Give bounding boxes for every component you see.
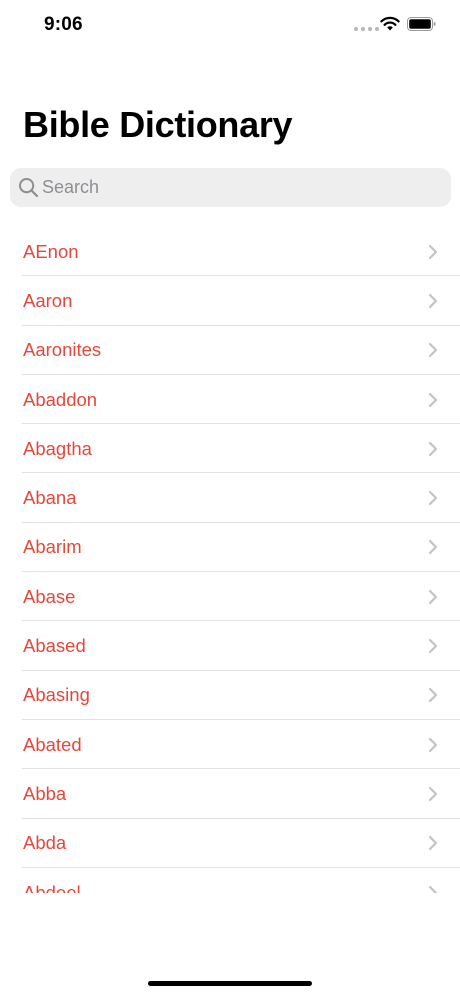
list-item-label: Aaron bbox=[23, 289, 73, 311]
signal-dots-icon bbox=[354, 27, 379, 31]
list-item[interactable]: Abarim bbox=[0, 523, 460, 573]
list-item[interactable]: Abda bbox=[0, 819, 460, 869]
chevron-right-icon bbox=[428, 540, 438, 555]
list-item[interactable]: Abdeel bbox=[0, 868, 460, 893]
search-icon bbox=[19, 178, 39, 198]
list-item-label: Abaddon bbox=[23, 388, 98, 410]
list-item[interactable]: Aaronites bbox=[0, 326, 460, 376]
search-bar[interactable] bbox=[10, 168, 451, 207]
chevron-right-icon bbox=[428, 343, 438, 358]
list-item-label: Abase bbox=[23, 585, 76, 607]
list-item[interactable]: AEnon bbox=[0, 227, 460, 277]
list-item[interactable]: Abated bbox=[0, 720, 460, 770]
status-bar: 9:06 bbox=[0, 0, 460, 52]
list-item[interactable]: Abaddon bbox=[0, 375, 460, 425]
list-item-label: Abated bbox=[23, 733, 82, 755]
list-item-label: Abasing bbox=[23, 684, 90, 706]
list-item-label: Abdeel bbox=[23, 881, 81, 894]
list-item-label: Aaronites bbox=[23, 339, 102, 361]
list-item-label: AEnon bbox=[23, 240, 79, 262]
chevron-right-icon bbox=[428, 885, 438, 893]
chevron-right-icon bbox=[428, 491, 438, 506]
chevron-right-icon bbox=[428, 244, 438, 259]
chevron-right-icon bbox=[428, 737, 438, 752]
list-item-label: Abagtha bbox=[23, 437, 92, 459]
list-item[interactable]: Abba bbox=[0, 769, 460, 819]
list-item[interactable]: Abana bbox=[0, 473, 460, 524]
page-title: Bible Dictionary bbox=[23, 104, 293, 145]
status-time: 9:06 bbox=[44, 14, 83, 35]
list-item[interactable]: Aaron bbox=[0, 276, 460, 326]
dictionary-list: AEnon Aaron Aaronites Abaddon Abagtha Ab… bbox=[0, 227, 460, 893]
wifi-icon bbox=[380, 16, 400, 31]
battery-icon bbox=[407, 17, 436, 31]
list-item[interactable]: Abase bbox=[0, 572, 460, 622]
list-item-label: Abased bbox=[23, 635, 86, 657]
chevron-right-icon bbox=[428, 589, 438, 604]
list-item[interactable]: Abased bbox=[0, 621, 460, 671]
list-item-label: Abana bbox=[23, 487, 77, 509]
chevron-right-icon bbox=[428, 293, 438, 309]
chevron-right-icon bbox=[428, 638, 438, 654]
list-item-label: Abda bbox=[23, 832, 67, 854]
chevron-right-icon bbox=[428, 836, 438, 851]
chevron-right-icon bbox=[428, 441, 438, 456]
chevron-right-icon bbox=[428, 688, 438, 703]
list-item-label: Abarim bbox=[23, 536, 82, 558]
list-item[interactable]: Abasing bbox=[0, 671, 460, 721]
home-indicator[interactable] bbox=[148, 981, 312, 986]
list-item-label: Abba bbox=[23, 782, 67, 804]
chevron-right-icon bbox=[428, 392, 438, 407]
search-input[interactable] bbox=[42, 168, 442, 207]
list-item[interactable]: Abagtha bbox=[0, 424, 460, 474]
chevron-right-icon bbox=[428, 786, 438, 802]
